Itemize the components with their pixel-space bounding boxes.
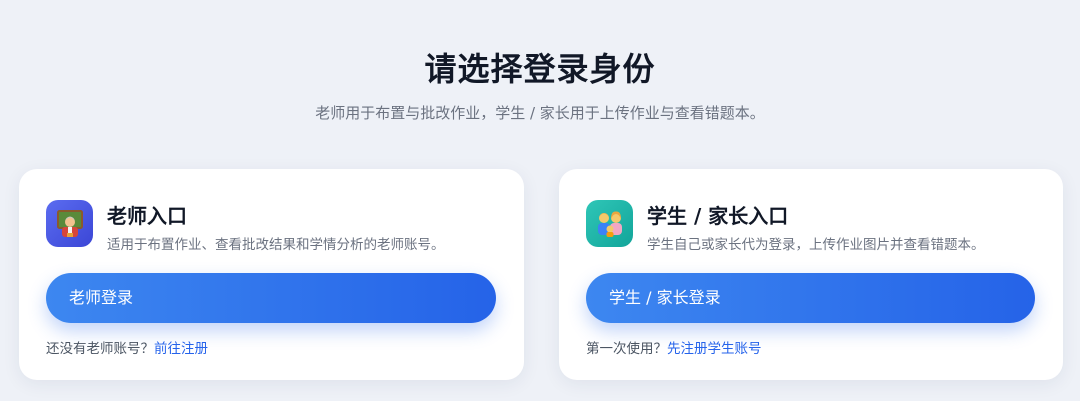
teacher-card-title: 老师入口: [107, 204, 187, 228]
student-login-button[interactable]: 学生 / 家长登录: [586, 273, 1035, 323]
page-subtitle: 老师用于布置与批改作业，学生 / 家长用于上传作业与查看错题本。: [315, 104, 765, 122]
teacher-register-link[interactable]: 前往注册: [154, 341, 208, 357]
student-card-description: 学生自己或家长代为登录，上传作业图片并查看错题本。: [647, 237, 985, 253]
teacher-login-button[interactable]: 老师登录: [46, 273, 496, 323]
teacher-entry-card: 老师入口 适用于布置作业、查看批改结果和学情分析的老师账号。 老师登录 还没有老…: [19, 169, 524, 380]
page-title: 请选择登录身份: [424, 50, 656, 88]
teacher-register-row: 还没有老师账号？前往注册: [46, 337, 208, 357]
student-card-title: 学生 / 家长入口: [647, 204, 789, 228]
teacher-register-prompt: 还没有老师账号？: [46, 341, 154, 357]
student-register-link[interactable]: 先注册学生账号: [667, 341, 762, 357]
teacher-card-description: 适用于布置作业、查看批改结果和学情分析的老师账号。: [107, 237, 445, 253]
student-register-row: 第一次使用？先注册学生账号: [586, 337, 762, 357]
teacher-icon: [46, 200, 93, 247]
student-entry-card: 学生 / 家长入口 学生自己或家长代为登录，上传作业图片并查看错题本。 学生 /…: [559, 169, 1063, 380]
student-register-prompt: 第一次使用？: [586, 341, 667, 357]
family-icon: [586, 200, 633, 247]
